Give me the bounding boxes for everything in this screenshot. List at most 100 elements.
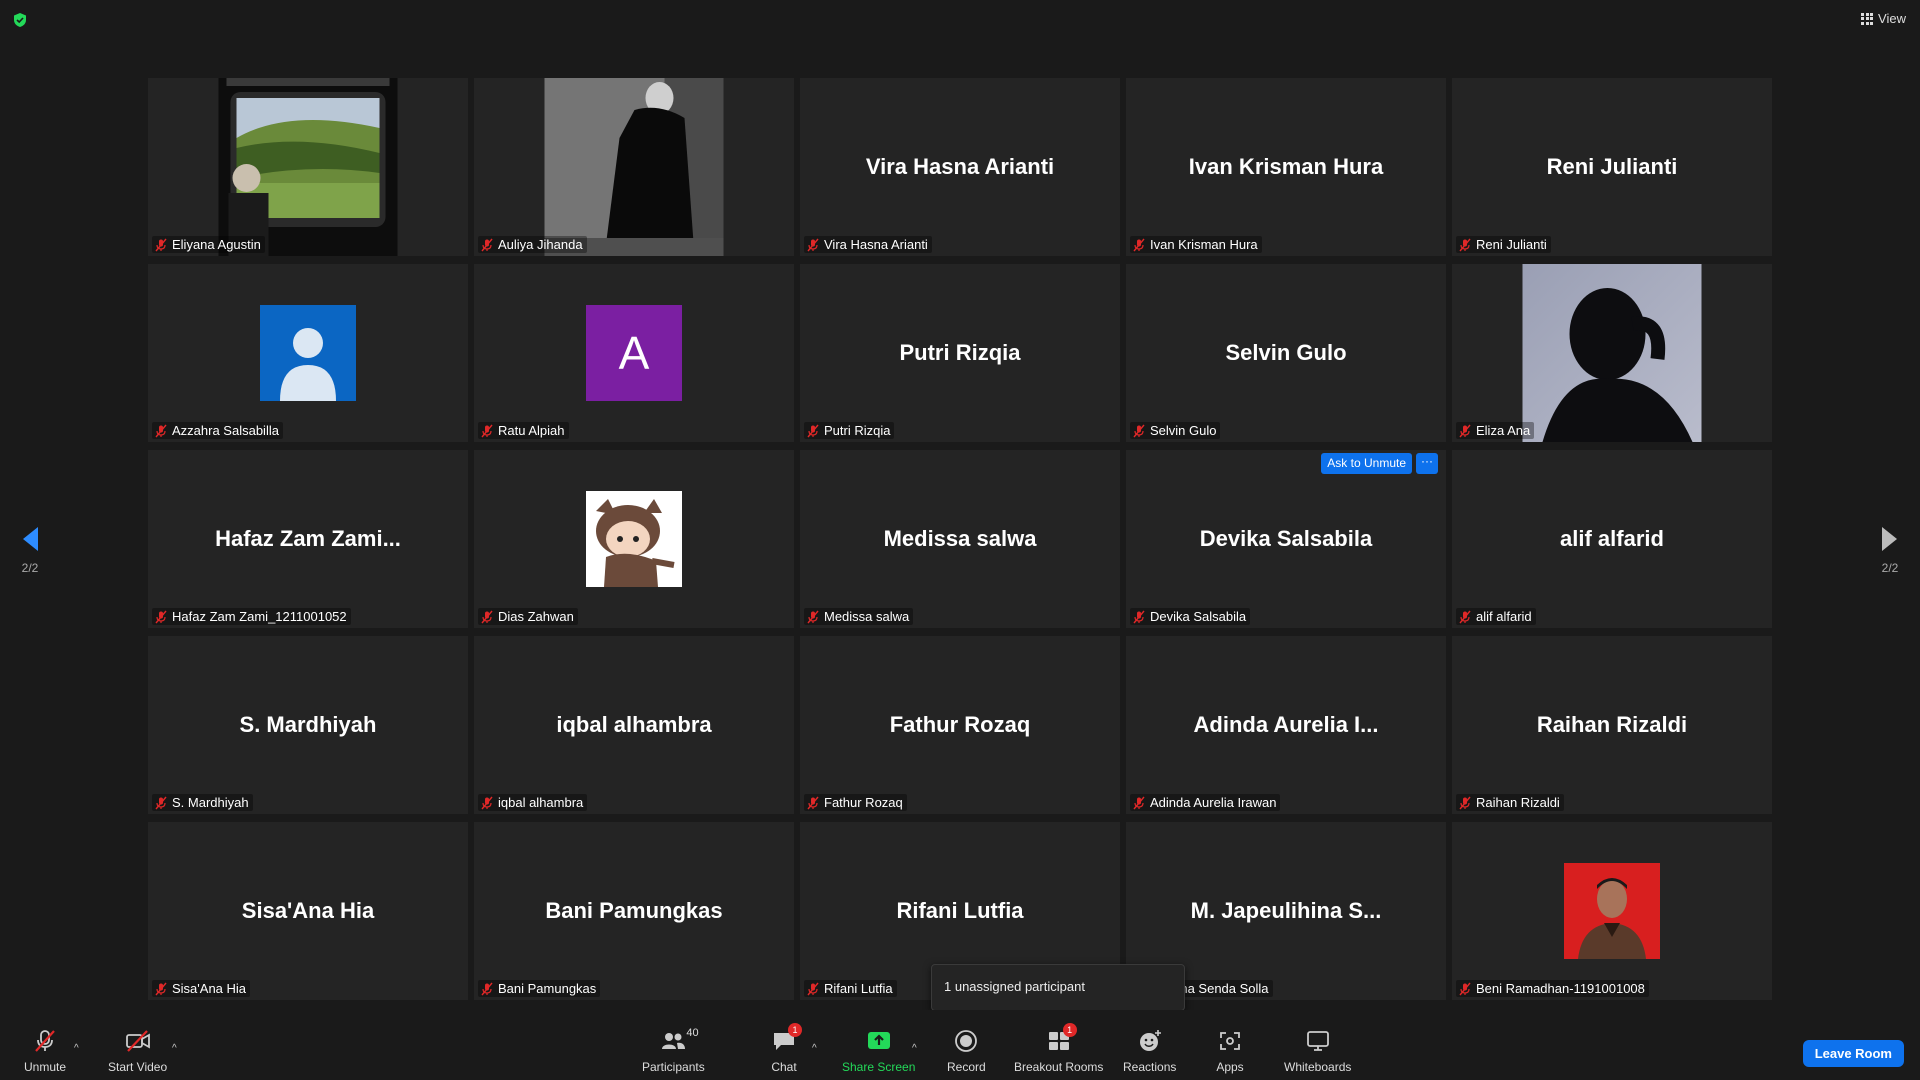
participant-name: Auliya Jihanda [498, 237, 583, 252]
start-video-label: Start Video [108, 1060, 168, 1074]
participants-button[interactable]: 40 Participants [642, 1026, 705, 1074]
participant-tile[interactable]: Fathur Rozaq Fathur Rozaq [800, 636, 1120, 814]
participant-tile[interactable]: Raihan Rizaldi Raihan Rizaldi [1452, 636, 1772, 814]
video-options-caret[interactable]: ^ [172, 1043, 177, 1054]
microphone-muted-icon [1459, 796, 1471, 809]
participant-name: Bani Pamungkas [498, 981, 597, 996]
participant-name-label: Bani Pamungkas [478, 980, 601, 997]
video-off-icon [125, 1030, 150, 1052]
participant-tile[interactable]: Medissa salwa Medissa salwa [800, 450, 1120, 628]
ask-to-unmute-button[interactable]: Ask to Unmute [1321, 453, 1412, 474]
zoom-meeting-window: View 2/2 2/2 Eliyana Agustin Auliya Jihan… [0, 0, 1920, 1080]
participant-display-name: Vira Hasna Arianti [865, 154, 1055, 179]
participant-name-label: Azzahra Salsabilla [152, 422, 283, 439]
participant-display-name: Medissa salwa [883, 526, 1037, 551]
share-options-caret[interactable]: ^ [912, 1043, 917, 1054]
participant-name: Selvin Gulo [1150, 423, 1217, 438]
chat-label: Chat [771, 1060, 797, 1074]
start-video-button[interactable]: Start Video [108, 1026, 167, 1074]
grid-view-icon [1861, 12, 1874, 25]
participant-name: Vira Hasna Arianti [824, 237, 928, 252]
participant-tile[interactable]: S. Mardhiyah S. Mardhiyah [148, 636, 468, 814]
breakout-rooms-button[interactable]: 1 Breakout Rooms [1014, 1023, 1104, 1074]
participant-tile[interactable]: Eliza Ana [1452, 264, 1772, 442]
participant-name: S. Mardhiyah [172, 795, 249, 810]
participant-tile[interactable]: Ivan Krisman Hura Ivan Krisman Hura [1126, 78, 1446, 256]
participant-tile[interactable]: Devika Salsabila Ask to Unmute ··· Devika S… [1126, 450, 1446, 628]
tooltip-text: 1 unassigned participant [944, 979, 1085, 994]
participant-tile[interactable]: Adinda Aurelia I... Adinda Aurelia Irawan [1126, 636, 1446, 814]
view-button[interactable]: View [1861, 11, 1906, 26]
participant-name-label: Auliya Jihanda [478, 236, 587, 253]
security-shield-icon[interactable] [12, 12, 28, 28]
participants-icon [662, 1033, 686, 1049]
chat-button[interactable]: 1 Chat [768, 1023, 802, 1074]
participant-display-name: Raihan Rizaldi [1536, 712, 1688, 737]
participant-tile[interactable]: Hafaz Zam Zami... Hafaz Zam Zami_12110010… [148, 450, 468, 628]
participant-display-name: Bani Pamungkas [545, 898, 723, 923]
microphone-muted-icon [481, 238, 493, 251]
participant-tile[interactable]: A Ratu Alpiah [474, 264, 794, 442]
leave-room-button[interactable]: Leave Room [1802, 1040, 1904, 1067]
participant-tile[interactable]: Selvin Gulo Selvin Gulo [1126, 264, 1446, 442]
participant-tile[interactable]: Auliya Jihanda [474, 78, 794, 256]
participant-name-label: Eliza Ana [1456, 422, 1535, 439]
share-screen-button[interactable]: Share Screen [842, 1026, 915, 1074]
participant-tile[interactable]: Bani Pamungkas Bani Pamungkas [474, 822, 794, 1000]
next-page-button[interactable]: 2/2 [1870, 525, 1910, 575]
page-indicator-left: 2/2 [21, 561, 39, 575]
participants-count: 40 [686, 1027, 699, 1039]
reactions-button[interactable]: Reactions [1123, 1026, 1176, 1074]
microphone-muted-icon [1133, 796, 1145, 809]
participant-tile[interactable]: alif alfarid alif alfarid [1452, 450, 1772, 628]
participant-tile[interactable]: Azzahra Salsabilla [148, 264, 468, 442]
participant-tile[interactable]: iqbal alhambra iqbal alhambra [474, 636, 794, 814]
participant-tile[interactable]: Eliyana Agustin [148, 78, 468, 256]
apps-icon [1220, 1032, 1240, 1050]
more-options-button[interactable]: ··· [1416, 453, 1438, 474]
unmute-button[interactable]: Unmute [24, 1026, 66, 1074]
video-still-photo [544, 78, 724, 256]
participant-name: Eliza Ana [1476, 423, 1531, 438]
default-avatar-icon [260, 305, 356, 401]
microphone-muted-icon [1459, 982, 1471, 995]
breakout-badge: 1 [1062, 1023, 1077, 1037]
chat-badge: 1 [788, 1023, 802, 1037]
audio-options-caret[interactable]: ^ [74, 1043, 79, 1054]
chat-options-caret[interactable]: ^ [812, 1043, 817, 1054]
previous-page-button[interactable]: 2/2 [10, 525, 50, 575]
participant-display-name: Adinda Aurelia I... [1193, 712, 1379, 737]
whiteboards-button[interactable]: Whiteboards [1284, 1026, 1351, 1074]
participant-tile[interactable]: Putri Rizqia Putri Rizqia [800, 264, 1120, 442]
participant-name: Rifani Lutfia [824, 981, 893, 996]
profile-photo [1564, 863, 1660, 959]
participant-tile[interactable]: Vira Hasna Arianti Vira Hasna Arianti [800, 78, 1120, 256]
participant-tile[interactable]: Reni Julianti Reni Julianti [1452, 78, 1772, 256]
participant-display-name: Sisa'Ana Hia [241, 898, 375, 923]
participant-name-label: Vira Hasna Arianti [804, 236, 932, 253]
participant-tile[interactable]: Dias Zahwan [474, 450, 794, 628]
reactions-icon [1139, 1030, 1161, 1051]
microphone-muted-icon [1133, 424, 1145, 437]
microphone-muted-icon [807, 796, 819, 809]
arrow-left-icon [23, 527, 38, 551]
participant-name-label: S. Mardhiyah [152, 794, 253, 811]
participant-display-name: iqbal alhambra [556, 712, 712, 737]
participant-tile[interactable]: Sisa'Ana Hia Sisa'Ana Hia [148, 822, 468, 1000]
microphone-muted-icon [481, 796, 493, 809]
apps-button[interactable]: Apps [1214, 1026, 1246, 1074]
participant-display-name: Putri Rizqia [899, 340, 1021, 365]
participant-name: Raihan Rizaldi [1476, 795, 1560, 810]
participant-tile[interactable]: Beni Ramadhan-1191001008 [1452, 822, 1772, 1000]
participant-name-label: alif alfarid [1456, 608, 1536, 625]
breakout-rooms-label: Breakout Rooms [1014, 1060, 1104, 1074]
participant-name: iqbal alhambra [498, 795, 584, 810]
participant-name: Beni Ramadhan-1191001008 [1476, 981, 1645, 996]
participant-name: Hafaz Zam Zami_1211001052 [172, 609, 347, 624]
participant-display-name: Devika Salsabila [1199, 526, 1373, 551]
apps-label: Apps [1216, 1060, 1244, 1074]
participant-display-name: Hafaz Zam Zami... [215, 526, 401, 551]
participant-name: Devika Salsabila [1150, 609, 1247, 624]
record-button[interactable]: Record [947, 1026, 986, 1074]
participant-name-label: Devika Salsabila [1130, 608, 1251, 625]
